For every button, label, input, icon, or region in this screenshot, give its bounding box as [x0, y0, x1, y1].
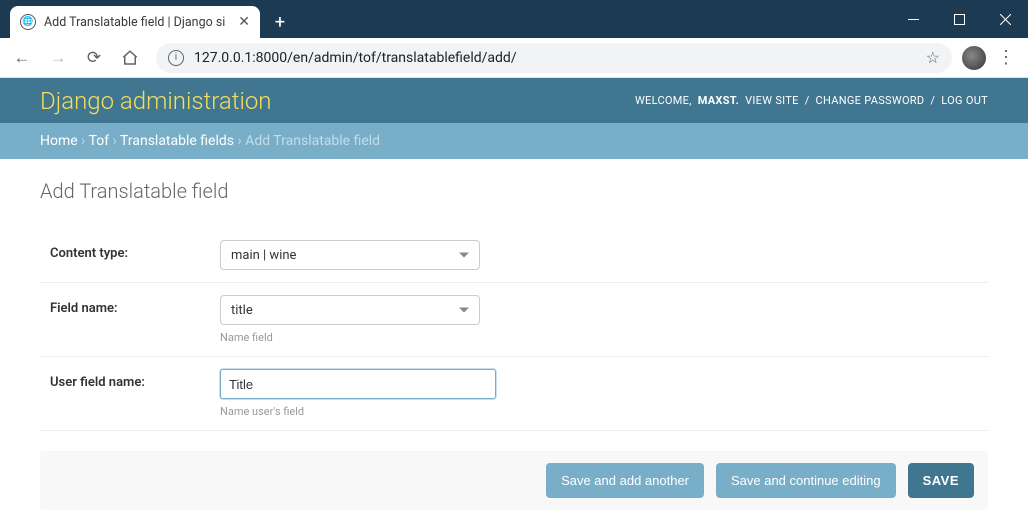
browser-menu-button[interactable]: ⋮: [990, 47, 1022, 68]
submit-row: Save and add another Save and continue e…: [40, 451, 988, 510]
username: MAXST.: [698, 94, 739, 107]
maximize-button[interactable]: [936, 0, 982, 38]
form-row-content-type: Content type: main | wine: [40, 228, 988, 283]
breadcrumb: Home › Tof › Translatable fields › Add T…: [0, 123, 1028, 159]
field-name-label: Field name:: [50, 295, 220, 316]
back-button[interactable]: ←: [6, 42, 38, 74]
window-controls: [890, 0, 1028, 38]
browser-toolbar: ← → ⟳ i 127.0.0.1:8000/en/admin/tof/tran…: [0, 38, 1028, 78]
change-password-link[interactable]: CHANGE PASSWORD: [816, 94, 925, 107]
field-name-value: title: [231, 303, 253, 318]
breadcrumb-app[interactable]: Tof: [89, 133, 110, 149]
admin-header: Django administration WELCOME, MAXST. VI…: [0, 78, 1028, 123]
form-row-user-field-name: User field name: Name user's field: [40, 357, 988, 431]
site-info-icon[interactable]: i: [168, 50, 184, 66]
breadcrumb-current: Add Translatable field: [245, 133, 380, 149]
bookmark-icon[interactable]: ☆: [926, 48, 940, 67]
content-type-label: Content type:: [50, 240, 220, 261]
field-name-select[interactable]: title: [220, 295, 480, 325]
save-button[interactable]: SAVE: [908, 463, 974, 498]
view-site-link[interactable]: VIEW SITE: [745, 94, 799, 107]
user-field-name-label: User field name:: [50, 369, 220, 390]
form-row-field-name: Field name: title Name field: [40, 283, 988, 357]
chevron-down-icon: [459, 308, 469, 313]
browser-tab[interactable]: 🌐 Add Translatable field | Django si ✕: [10, 6, 260, 38]
globe-icon: 🌐: [20, 14, 36, 30]
user-field-name-input[interactable]: [220, 369, 496, 399]
breadcrumb-model[interactable]: Translatable fields: [120, 133, 234, 149]
save-add-another-button[interactable]: Save and add another: [546, 463, 704, 498]
user-tools: WELCOME, MAXST. VIEW SITE / CHANGE PASSW…: [635, 94, 988, 107]
new-tab-button[interactable]: +: [266, 8, 294, 36]
close-window-button[interactable]: [982, 0, 1028, 38]
address-bar[interactable]: i 127.0.0.1:8000/en/admin/tof/translatab…: [156, 43, 952, 73]
user-field-name-help: Name user's field: [220, 405, 978, 418]
breadcrumb-home[interactable]: Home: [40, 133, 78, 149]
forward-button[interactable]: →: [42, 42, 74, 74]
content-type-value: main | wine: [231, 248, 296, 263]
chevron-down-icon: [459, 253, 469, 258]
logout-link[interactable]: LOG OUT: [941, 94, 988, 107]
url-text: 127.0.0.1:8000/en/admin/tof/translatable…: [194, 50, 517, 66]
profile-avatar[interactable]: [962, 46, 986, 70]
window-titlebar: 🌐 Add Translatable field | Django si ✕ +: [0, 0, 1028, 38]
field-name-help: Name field: [220, 331, 978, 344]
welcome-text: WELCOME,: [635, 94, 692, 107]
content-type-select[interactable]: main | wine: [220, 240, 480, 270]
content-main: Add Translatable field Content type: mai…: [0, 159, 1028, 511]
page-title: Add Translatable field: [40, 179, 988, 203]
close-tab-icon[interactable]: ✕: [238, 14, 250, 30]
tab-title: Add Translatable field | Django si: [44, 15, 232, 30]
home-button[interactable]: [114, 42, 146, 74]
reload-button[interactable]: ⟳: [78, 42, 110, 74]
site-branding: Django administration: [40, 87, 272, 115]
minimize-button[interactable]: [890, 0, 936, 38]
save-continue-button[interactable]: Save and continue editing: [716, 463, 896, 498]
